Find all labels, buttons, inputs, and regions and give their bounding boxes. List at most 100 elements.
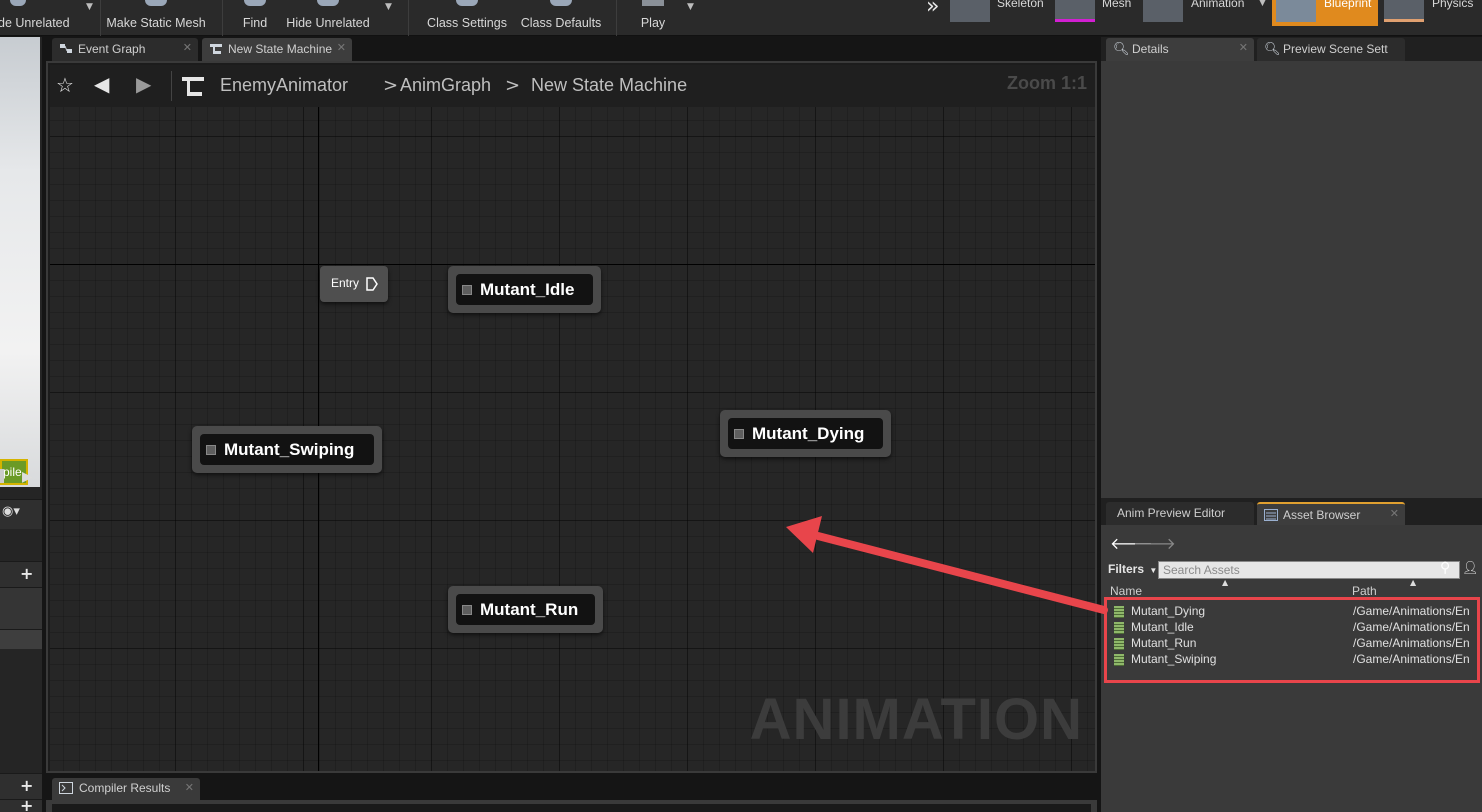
skeleton-icon xyxy=(950,0,990,22)
toolbar-separator xyxy=(222,0,223,36)
tab-event-graph[interactable]: Event Graph ✕ xyxy=(52,38,198,61)
physics-icon xyxy=(1384,0,1424,22)
column-header-name[interactable]: Name xyxy=(1110,584,1142,598)
mode-skeleton[interactable]: Skeleton xyxy=(950,0,1050,24)
tab-preview-scene-settings[interactable]: 🔍︎ Preview Scene Sett xyxy=(1257,38,1405,61)
state-node-mutant-dying[interactable]: Mutant_Dying xyxy=(720,410,891,457)
play-icon xyxy=(642,0,664,6)
graph-origin-horizontal xyxy=(50,264,1095,265)
breadcrumb-animgraph[interactable]: AnimGraph xyxy=(400,75,491,96)
back-arrow-icon[interactable]: ◀ xyxy=(94,72,109,96)
hide-unrelated-button[interactable]: Hide Unrelated xyxy=(284,0,372,36)
state-node-mutant-swiping[interactable]: Mutant_Swiping xyxy=(192,426,382,473)
column-header-path[interactable]: Path xyxy=(1352,584,1377,598)
sort-indicator-icon: ▲ xyxy=(1410,578,1417,587)
mode-animation[interactable]: Animation ▼ xyxy=(1143,0,1267,24)
toolbar-separator xyxy=(616,0,617,36)
preview-viewport[interactable] xyxy=(0,37,40,487)
left-row xyxy=(0,587,42,629)
chevron-down-icon[interactable]: ▼ xyxy=(1259,0,1266,8)
step-forward-icon[interactable]: ▶ xyxy=(22,469,33,485)
chevron-down-icon: ▼ xyxy=(1149,566,1158,575)
mode-blueprint[interactable]: Blueprint xyxy=(1272,0,1378,26)
state-icon xyxy=(462,604,472,615)
find-button[interactable]: Find xyxy=(232,0,278,36)
state-node-mutant-idle[interactable]: Mutant_Idle xyxy=(448,266,601,313)
close-icon[interactable]: ✕ xyxy=(337,41,346,54)
main-toolbar: de Unrelated ▼ Make Static Mesh Find Hid… xyxy=(0,0,1482,36)
left-row: + xyxy=(0,796,42,812)
state-machine-icon xyxy=(182,77,204,96)
add-icon[interactable]: + xyxy=(20,776,33,795)
compiler-results-panel xyxy=(46,800,1097,812)
mode-mesh[interactable]: Mesh xyxy=(1055,0,1143,24)
left-panel-strip: pile ▶ ◉▾ + + + xyxy=(0,37,42,812)
animation-icon xyxy=(1143,0,1183,22)
search-assets-input[interactable]: Search Assets xyxy=(1158,561,1460,579)
breadcrumb-current: New State Machine xyxy=(531,75,688,95)
tab-new-state-machine[interactable]: New State Machine ✕ xyxy=(202,38,352,61)
graph-panel: ☆ ◀ ▶ EnemyAnimator > AnimGraph > New St… xyxy=(46,61,1097,773)
breadcrumb-asset[interactable]: EnemyAnimator xyxy=(220,75,348,96)
toolbar-separator xyxy=(408,0,409,36)
add-icon[interactable]: + xyxy=(20,564,33,583)
hide-unrelated-icon xyxy=(10,0,26,6)
eye-icon[interactable]: ◉▾ xyxy=(2,504,20,519)
breadcrumb: ☆ ◀ ▶ EnemyAnimator > AnimGraph > New St… xyxy=(50,65,1095,107)
annotation-highlight-box xyxy=(1104,597,1480,683)
graph-origin-vertical xyxy=(318,65,319,771)
state-icon xyxy=(206,444,216,455)
zoom-level: Zoom 1:1 xyxy=(1006,73,1087,93)
graph-icon xyxy=(60,44,72,53)
search-icon[interactable]: ⚲ xyxy=(1440,560,1450,576)
chevron-down-icon[interactable]: ▼ xyxy=(687,2,694,12)
close-icon[interactable]: ✕ xyxy=(1390,507,1399,520)
class-settings-button[interactable]: Class Settings xyxy=(424,0,510,36)
blueprint-icon xyxy=(1276,0,1316,22)
overflow-chevrons-icon[interactable]: » xyxy=(926,0,939,19)
toolbar-separator xyxy=(100,0,101,36)
search-icon: 🔍︎ xyxy=(1264,41,1281,56)
tab-asset-browser[interactable]: Asset Browser ✕ xyxy=(1257,502,1405,525)
asset-browser-icon xyxy=(1264,509,1278,521)
graph-watermark: ANIMATION xyxy=(749,687,1083,752)
left-row: + xyxy=(0,561,42,587)
class-defaults-icon xyxy=(550,0,572,6)
state-icon xyxy=(462,284,472,295)
add-icon[interactable]: + xyxy=(20,796,33,812)
state-machine-graph[interactable]: ☆ ◀ ▶ EnemyAnimator > AnimGraph > New St… xyxy=(50,65,1095,771)
state-icon xyxy=(734,428,744,439)
gear-icon xyxy=(456,0,478,6)
forward-arrow-icon[interactable]: 🡒 xyxy=(1133,533,1176,553)
state-node-mutant-run[interactable]: Mutant_Run xyxy=(448,586,603,633)
make-static-mesh-button[interactable]: Make Static Mesh xyxy=(104,0,208,36)
filters-dropdown[interactable]: Filters ▼ xyxy=(1108,562,1157,576)
mode-physics[interactable]: Physics xyxy=(1384,0,1482,24)
tab-compiler-results[interactable]: Compiler Results ✕ xyxy=(52,778,200,800)
static-mesh-icon xyxy=(145,0,167,6)
forward-arrow-icon[interactable]: ▶ xyxy=(136,72,151,96)
hide-unrelated-button-clipped[interactable]: de Unrelated xyxy=(0,0,76,36)
play-button[interactable]: Play xyxy=(628,0,678,36)
star-icon[interactable]: ☆ xyxy=(56,73,74,97)
sort-indicator-icon: ▲ xyxy=(1222,578,1229,587)
entry-node[interactable]: Entry xyxy=(320,266,388,302)
class-defaults-button[interactable]: Class Defaults xyxy=(518,0,604,36)
tab-anim-preview-editor[interactable]: Anim Preview Editor xyxy=(1106,502,1254,525)
chevron-down-icon[interactable]: ▼ xyxy=(86,2,93,12)
tab-details[interactable]: 🔍︎ Details ✕ xyxy=(1106,38,1254,61)
search-icon: 🔍︎ xyxy=(1113,41,1130,56)
hide-unrelated-icon xyxy=(317,0,339,6)
binoculars-icon xyxy=(244,0,266,6)
breadcrumb-separator xyxy=(171,71,172,101)
close-icon[interactable]: ✕ xyxy=(183,41,192,54)
state-machine-icon xyxy=(210,44,222,54)
close-icon[interactable]: ✕ xyxy=(185,781,194,794)
user-icon[interactable]: 👤︎ xyxy=(1462,561,1479,576)
pause-icon[interactable] xyxy=(0,469,4,483)
output-pin-icon[interactable] xyxy=(366,277,378,291)
chevron-down-icon[interactable]: ▼ xyxy=(385,2,392,12)
left-row: ◉▾ xyxy=(0,499,42,529)
close-icon[interactable]: ✕ xyxy=(1239,41,1248,54)
details-panel xyxy=(1101,61,1482,498)
